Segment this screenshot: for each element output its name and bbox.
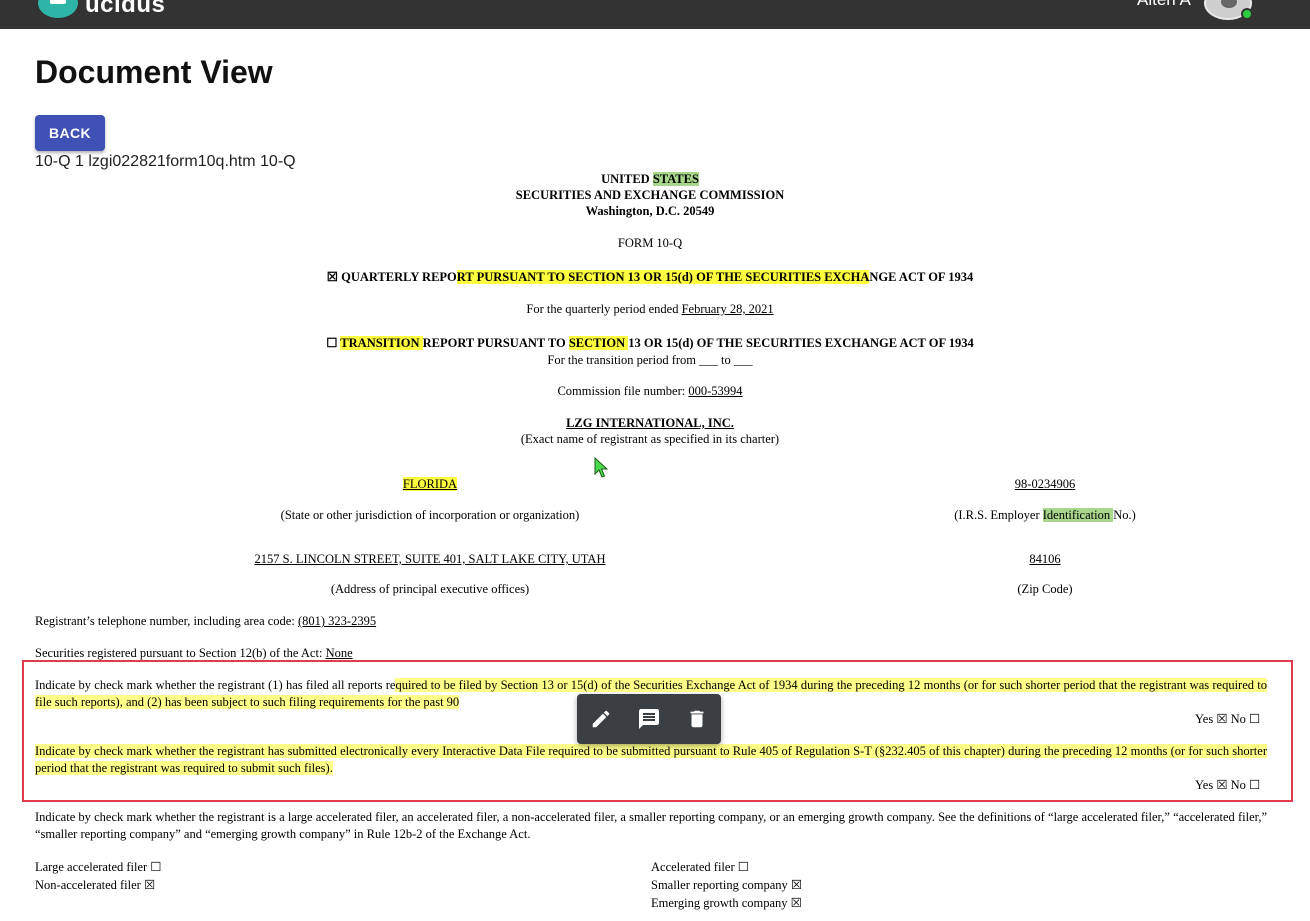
- comment-annotation-button[interactable]: [635, 705, 663, 733]
- header-text: UNITED: [601, 172, 653, 186]
- doc-header-line1: UNITED STATES: [0, 171, 1300, 187]
- zip-value: 84106: [1029, 552, 1061, 566]
- commission-file: Commission file number: 000-53994: [0, 383, 1300, 399]
- registrant-subtitle: (Exact name of registrant as specified i…: [520, 432, 780, 446]
- transition-period: For the transition period from ___ to __…: [547, 353, 753, 367]
- irs-label: (I.R.S. Employer Identification No.): [920, 507, 1170, 523]
- phone-value: (801) 323-2395: [297, 614, 377, 628]
- highlight-transition[interactable]: TRANSITION: [340, 336, 423, 350]
- address-label: (Address of principal executive offices): [330, 582, 530, 596]
- quarterly-text-a: ☒ QUARTERLY REPO: [326, 270, 457, 284]
- highlight-quarterly[interactable]: RT PURSUANT TO SECTION 13 OR 15(d) OF TH…: [456, 270, 870, 284]
- trash-icon: [690, 710, 704, 728]
- quarterly-report-line: ☒ QUARTERLY REPORT PURSUANT TO SECTION 1…: [0, 269, 1300, 285]
- securities-line: Securities registered pursuant to Sectio…: [35, 645, 353, 661]
- form-type: FORM 10-Q: [617, 236, 683, 250]
- registrant-name: LZG INTERNATIONAL, INC.: [566, 416, 734, 430]
- large-accelerated-filer: Large accelerated filer ☐: [35, 860, 162, 874]
- emerging-growth-company: Emerging growth company ☒: [651, 896, 802, 910]
- non-accelerated-filer: Non-accelerated filer ☒: [35, 878, 156, 892]
- highlight-florida[interactable]: FLORIDA: [402, 477, 458, 491]
- state-label: (State or other jurisdiction of incorpor…: [280, 508, 580, 522]
- edit-annotation-button[interactable]: [587, 705, 615, 733]
- delete-annotation-button[interactable]: [683, 705, 711, 733]
- pencil-icon: [592, 710, 610, 728]
- comment-icon: [639, 709, 659, 729]
- address-value-row: 2157 S. LINCOLN STREET, SUITE 401, SALT …: [0, 551, 860, 567]
- doc-header-line2: SECURITIES AND EXCHANGE COMMISSION: [515, 188, 785, 202]
- accelerated-filer: Accelerated filer ☐: [651, 860, 749, 874]
- quarterly-text-c: NGE ACT OF 1934: [869, 270, 974, 284]
- quarterly-period: For the quarterly period ended February …: [0, 301, 1300, 317]
- address-value: 2157 S. LINCOLN STREET, SUITE 401, SALT …: [254, 552, 606, 566]
- transition-text-end: 13 OR 15(d) OF THE SECURITIES EXCHANGE A…: [628, 336, 974, 350]
- period-label: For the quarterly period ended: [526, 302, 682, 316]
- smaller-reporting-company: Smaller reporting company ☒: [651, 878, 803, 892]
- transition-text: REPORT PURSUANT TO: [422, 336, 569, 350]
- mouse-cursor-icon: [594, 457, 609, 478]
- securities-value: None: [325, 646, 353, 660]
- period-value: February 28, 2021: [681, 302, 774, 316]
- highlight-identification[interactable]: Identification: [1042, 508, 1114, 522]
- zip-label: (Zip Code): [1017, 582, 1073, 596]
- doc-header-line3: Washington, D.C. 20549: [585, 204, 715, 218]
- phone-label: Registrant’s telephone number, including…: [35, 614, 298, 628]
- irs-value: 98-0234906: [920, 476, 1170, 492]
- irs-label-a: (I.R.S. Employer: [954, 508, 1043, 522]
- commission-value: 000-53994: [688, 384, 743, 398]
- commission-label: Commission file number:: [557, 384, 689, 398]
- highlight-section[interactable]: SECTION: [568, 336, 629, 350]
- filer-status-paragraph: Indicate by check mark whether the regis…: [35, 810, 1267, 841]
- securities-label: Securities registered pursuant to Sectio…: [35, 646, 326, 660]
- highlight-states[interactable]: STATES: [652, 172, 699, 186]
- transition-report-line: ☐ TRANSITION REPORT PURSUANT TO SECTION …: [0, 335, 1300, 351]
- zip-value-row: 84106: [920, 551, 1170, 567]
- transition-checkbox: ☐: [326, 336, 341, 350]
- irs-number: 98-0234906: [1014, 477, 1076, 491]
- irs-label-c: No.): [1113, 508, 1136, 522]
- annotation-toolbar: [577, 694, 721, 744]
- state-value-row: FLORIDA: [0, 476, 860, 492]
- phone-line: Registrant’s telephone number, including…: [35, 613, 376, 629]
